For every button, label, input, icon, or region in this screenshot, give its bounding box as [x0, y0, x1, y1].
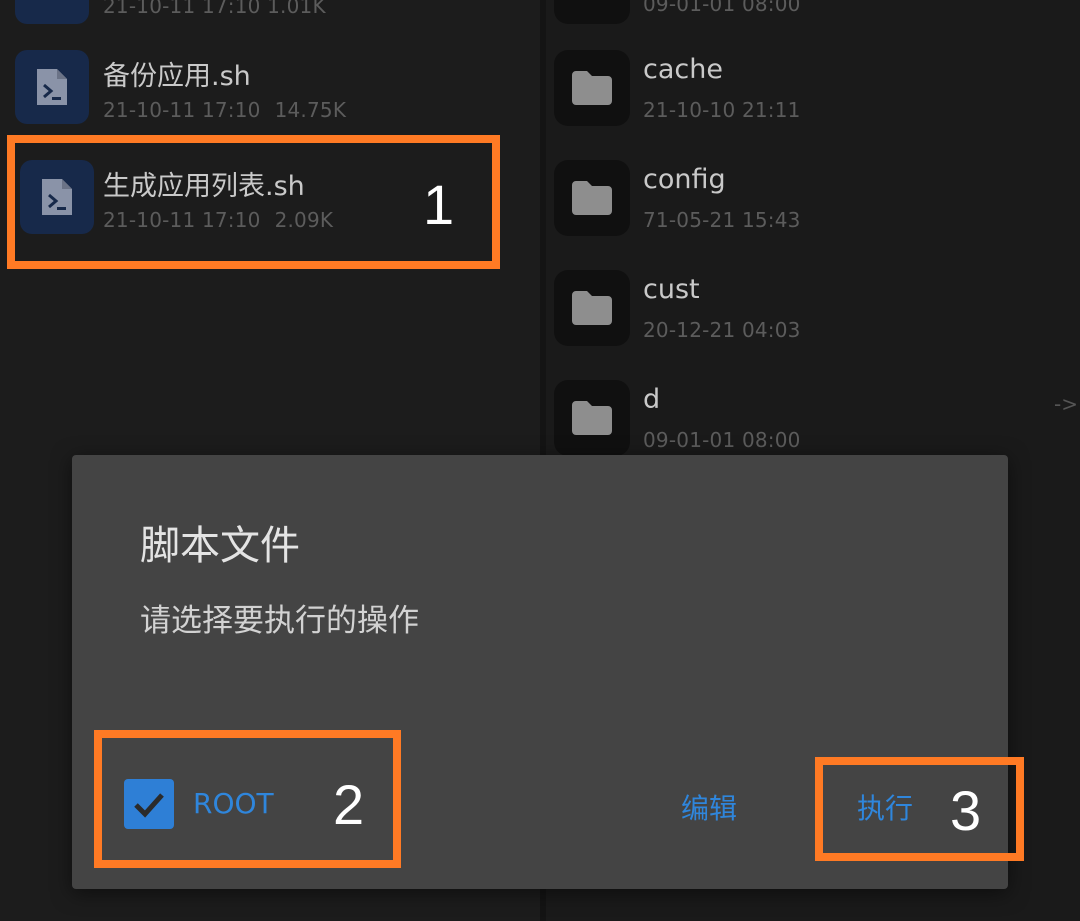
terminal-script-icon	[15, 50, 89, 124]
folder-name: cache	[643, 54, 723, 85]
folder-icon	[554, 0, 630, 24]
folder-row-config[interactable]: config 71-05-21 15:43	[546, 160, 1080, 260]
script-file-icon	[15, 0, 89, 24]
dialog-title: 脚本文件	[140, 523, 300, 569]
folder-icon	[554, 380, 630, 456]
folder-date: 20-12-21 04:03	[643, 318, 801, 342]
folder-name: cust	[643, 274, 700, 305]
folder-row-cust[interactable]: cust 20-12-21 04:03	[546, 270, 1080, 370]
highlight-box-3	[815, 757, 1024, 861]
file-row-partial[interactable]: 21-10-11 17:10 1.01K	[0, 0, 540, 50]
folder-name: config	[643, 164, 726, 195]
folder-date: 71-05-21 15:43	[643, 208, 801, 232]
marker-2: 2	[333, 773, 365, 836]
folder-row-partial[interactable]: 09-01-01 08:00	[546, 0, 1080, 48]
marker-3: 3	[950, 779, 982, 842]
file-size: 14.75K	[274, 98, 347, 122]
folder-icon	[554, 270, 630, 346]
file-meta: 21-10-11 17:10 1.01K	[103, 0, 326, 18]
folder-row-cache[interactable]: cache 21-10-10 21:11	[546, 50, 1080, 150]
folder-icon	[554, 160, 630, 236]
file-name: 备份应用.sh	[103, 61, 251, 92]
edit-button[interactable]: 编辑	[681, 787, 737, 827]
symlink-indicator: ->	[1054, 392, 1078, 416]
marker-1: 1	[423, 173, 455, 236]
folder-date: 09-01-01 08:00	[643, 428, 801, 452]
file-meta: 21-10-11 17:10 14.75K	[103, 98, 346, 122]
folder-name: d	[643, 384, 661, 415]
dialog-message: 请选择要执行的操作	[140, 603, 419, 639]
file-date: 21-10-11 17:10	[103, 98, 261, 122]
folder-icon	[554, 50, 630, 126]
folder-meta: 09-01-01 08:00	[643, 0, 801, 16]
folder-date: 21-10-10 21:11	[643, 98, 801, 122]
